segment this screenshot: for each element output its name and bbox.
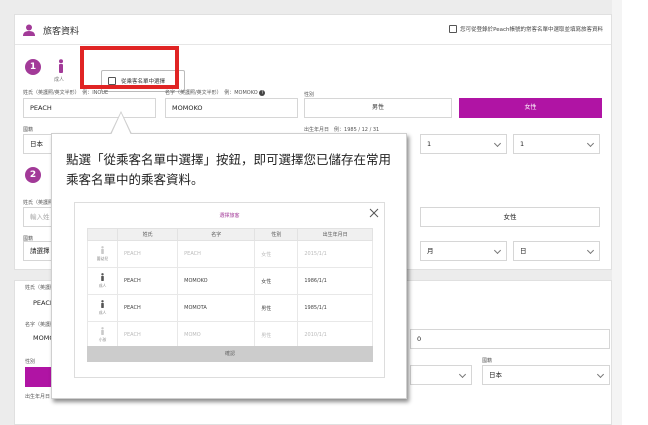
column-header: 性別 (254, 228, 299, 241)
person-icon (100, 246, 105, 256)
lower-field-right[interactable]: 0 (410, 329, 610, 349)
gender-cell: 男性 (254, 321, 299, 349)
birthdate-cell: 1985/1/1 (297, 294, 373, 322)
gender-male-option[interactable]: 男性 (304, 98, 452, 118)
confirm-button[interactable]: 確認 (87, 346, 373, 362)
passenger-type-text: 小孩 (98, 337, 107, 342)
passenger-type-text: 成人 (98, 283, 107, 288)
person-icon (100, 273, 105, 283)
chevron-down-icon (493, 246, 502, 255)
passenger-type-cell: 成人 (87, 267, 118, 295)
table-row[interactable]: 成人 PEACH MOMOTA 男性 1985/1/1 (87, 294, 373, 322)
passenger-list-icon (449, 25, 458, 33)
chevron-down-icon (596, 370, 605, 379)
birthdate-cell: 2010/1/1 (297, 321, 373, 349)
lower-birthdate-label: 出生年月日 (25, 394, 51, 400)
surname-cell: PEACH (116, 321, 179, 349)
page-margin (622, 0, 648, 425)
passenger-type-cell: 成人 (87, 294, 118, 322)
given-name-label: 名字（英護照/英文半形） 例：MOMOKO ? (165, 90, 266, 96)
passenger-type-cell: 小孩 (87, 321, 118, 349)
given-name-cell: MOMOKO (177, 267, 256, 295)
gender-cell: 男性 (254, 294, 299, 322)
person-icon (100, 300, 105, 310)
surname-cell: PEACH (116, 267, 179, 295)
given-name-cell: MOMO (177, 321, 256, 349)
passenger-type-text: 嬰幼兒 (96, 256, 109, 261)
chevron-down-icon (586, 139, 595, 148)
instruction-callout: 點選「從乘客名單中選擇」按鈕，即可選擇您已儲存在常用乘客名單中的乘客資料。 選擇… (51, 133, 407, 399)
header-note-text: 您可從登錄於Peach帳號的常客名單中選取並填寫旅客資料 (460, 27, 603, 33)
gender-label: 性別 (304, 92, 315, 98)
surname-label: 姓氏（英護照/英文半形） 例：INOUE (23, 90, 109, 96)
surname-cell: PEACH (116, 294, 179, 322)
birthdate-cell: 2015/1/1 (297, 240, 373, 268)
table-row[interactable]: 嬰幼兒 PEACH PEACH 女性 2015/1/1 (87, 240, 373, 268)
chevron-down-icon (458, 370, 467, 379)
chevron-down-icon (493, 139, 502, 148)
gender-cell: 女性 (254, 267, 299, 295)
given-name-cell: PEACH (177, 240, 256, 268)
surname-input[interactable]: PEACH (23, 98, 156, 118)
birthdate-cell: 1986/1/1 (297, 267, 373, 295)
given-name-cell: MOMOTA (177, 294, 256, 322)
close-icon[interactable] (369, 208, 379, 218)
surname-cell: PEACH (116, 240, 179, 268)
header-note: 您可從登錄於Peach帳號的常客名單中選取並填寫旅客資料 (449, 25, 603, 33)
screenshot-canvas: 旅客資料 您可從登錄於Peach帳號的常客名單中選取並填寫旅客資料 1 成人 從… (0, 0, 648, 425)
callout-pointer-fill (111, 113, 131, 135)
lower-gender-female-option[interactable] (25, 367, 53, 387)
gender-female-option[interactable]: 女性 (459, 98, 602, 118)
lower-gender-label: 性別 (25, 359, 36, 365)
card-header: 旅客資料 您可從登錄於Peach帳號的常客名單中選取並填寫旅客資料 (15, 15, 611, 45)
gender-cell: 女性 (254, 240, 299, 268)
select-passenger-modal: 選擇旅客 姓氏 名字 性別 出生年月日 嬰幼兒 PEACH PEACH 女性 2015/… (74, 202, 385, 378)
person-icon (100, 327, 105, 337)
birthdate-label: 出生年月日 例：1985 / 12 / 31 (304, 127, 380, 133)
help-icon[interactable]: ? (259, 90, 266, 96)
column-header: 名字 (177, 228, 256, 241)
page-title: 旅客資料 (43, 27, 80, 37)
column-header (87, 228, 118, 241)
p2-birth-month-select[interactable]: 月 (420, 241, 507, 261)
modal-title: 選擇旅客 (219, 213, 240, 219)
passenger-type-label: 成人 (54, 77, 65, 83)
callout-text: 點選「從乘客名單中選擇」按鈕，即可選擇您已儲存在常用乘客名單中的乘客資料。 (66, 152, 392, 187)
p2-gender-female-option[interactable]: 女性 (420, 207, 600, 227)
column-header: 出生年月日 (297, 228, 373, 241)
p2-birth-day-select[interactable]: 日 (513, 241, 600, 261)
lower-nationality-label: 國籍 (482, 358, 493, 364)
birth-day-select[interactable]: 1 (513, 134, 600, 154)
table-row[interactable]: 成人 PEACH MOMOKO 女性 1986/1/1 (87, 267, 373, 295)
passenger-list-table: 姓氏 名字 性別 出生年月日 嬰幼兒 PEACH PEACH 女性 2015/1/1 成人… (87, 228, 373, 349)
table-row[interactable]: 小孩 PEACH MOMO 男性 2010/1/1 (87, 321, 373, 349)
birth-month-select[interactable]: 1 (420, 134, 507, 154)
nationality-label: 國籍 (23, 127, 34, 133)
column-header: 姓氏 (116, 228, 179, 241)
lower-select-a[interactable] (410, 365, 472, 385)
chevron-down-icon (586, 246, 595, 255)
table-header-row: 姓氏 名字 性別 出生年月日 (87, 228, 373, 241)
given-name-input[interactable]: MOMOKO (165, 98, 298, 118)
page-gutter (612, 0, 622, 425)
person-icon (23, 24, 35, 36)
highlight-frame (80, 46, 179, 89)
passenger-type-cell: 嬰幼兒 (87, 240, 118, 268)
step-2-badge: 2 (25, 167, 41, 183)
step-1-badge: 1 (25, 59, 41, 75)
adult-icon (59, 59, 63, 73)
lower-nationality-select[interactable]: 日本 (482, 365, 610, 385)
passenger-type-text: 成人 (98, 310, 107, 315)
